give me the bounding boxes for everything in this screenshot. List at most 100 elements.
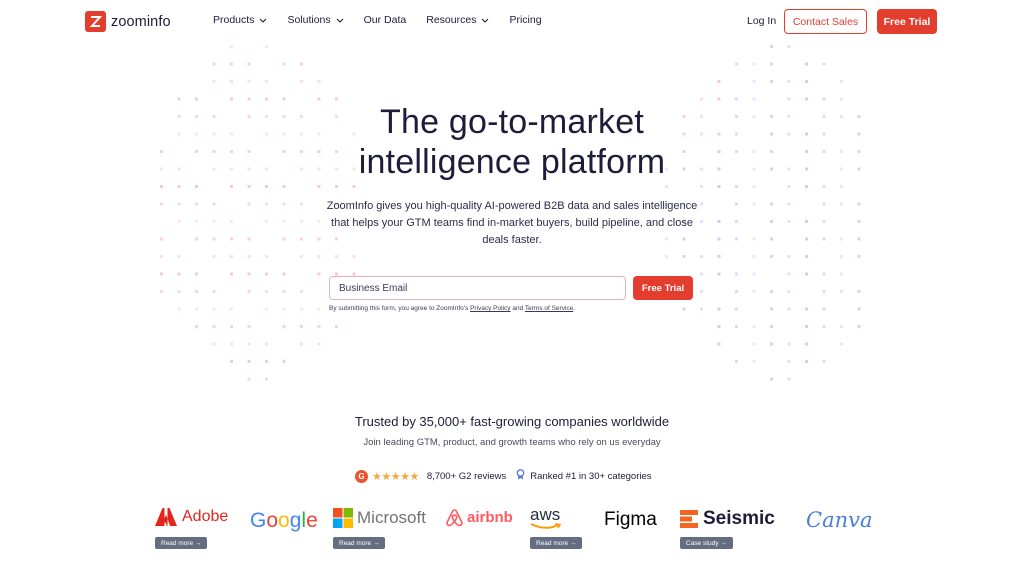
- menu-item-products[interactable]: Products: [213, 14, 267, 26]
- google-letter: o: [266, 509, 279, 532]
- decorative-dot: [770, 237, 773, 241]
- aws-logo: aws: [530, 506, 562, 530]
- decorative-dot: [247, 202, 251, 206]
- decorative-dot: [770, 325, 773, 328]
- decorative-dot: [265, 290, 268, 293]
- decorative-dot: [840, 97, 843, 101]
- decorative-dot: [317, 185, 321, 188]
- decorative-dot: [857, 325, 861, 328]
- decorative-dot: [247, 272, 251, 276]
- decorative-dot: [805, 220, 808, 223]
- decorative-dot: [752, 255, 756, 258]
- decorative-dot: [770, 202, 773, 206]
- airbnb-logo: airbnb: [446, 508, 513, 527]
- seismic-case-study-button[interactable]: Case study →: [680, 537, 733, 549]
- ratings-row: G ★★★★★ 8,700+ G2 reviews Ranked #1 in 3…: [355, 469, 652, 483]
- decorative-dot: [195, 202, 198, 206]
- free-trial-button[interactable]: Free Trial: [877, 9, 937, 34]
- decorative-dot: [770, 220, 773, 223]
- decorative-dot: [787, 307, 791, 311]
- decorative-dot: [700, 97, 703, 101]
- business-email-input[interactable]: [329, 276, 626, 300]
- decorative-dot: [265, 45, 268, 48]
- privacy-policy-link[interactable]: Privacy Policy: [470, 305, 510, 312]
- menu-item-our-data[interactable]: Our Data: [364, 14, 407, 26]
- zoominfo-logo[interactable]: zoominfo: [85, 11, 171, 32]
- menu-item-solutions[interactable]: Solutions: [287, 14, 344, 26]
- decorative-dot: [300, 62, 303, 66]
- decorative-dot: [212, 342, 216, 346]
- decorative-dot: [317, 255, 321, 258]
- decorative-dot: [822, 202, 826, 206]
- decorative-dot: [805, 97, 808, 101]
- decorative-dot: [752, 237, 756, 241]
- decorative-dot: [230, 272, 233, 276]
- decorative-dot: [335, 97, 338, 101]
- decorative-dot: [700, 307, 703, 311]
- decorative-dot: [857, 237, 861, 241]
- decorative-dot: [700, 255, 703, 258]
- menu-label: Our Data: [363, 14, 407, 26]
- decorative-dot: [265, 97, 268, 101]
- decorative-dot: [717, 220, 721, 223]
- decorative-dot: [752, 62, 756, 66]
- decorative-dot: [700, 185, 703, 188]
- decorative-dot: [787, 290, 791, 293]
- trust-subheading: Join leading GTM, product, and growth te…: [363, 437, 661, 448]
- star-rating-icon: ★★★★★: [372, 470, 419, 483]
- decorative-dot: [787, 45, 791, 48]
- decorative-dot: [212, 237, 216, 241]
- decorative-dot: [717, 342, 721, 346]
- decorative-dot: [177, 220, 181, 223]
- decorative-dot: [230, 342, 233, 346]
- decorative-dot: [840, 80, 843, 83]
- decorative-dot: [195, 185, 198, 188]
- decorative-dot: [230, 97, 233, 101]
- decorative-dot: [247, 290, 251, 293]
- decorative-dot: [822, 185, 826, 188]
- decorative-dot: [787, 255, 791, 258]
- legal-text: .: [573, 305, 576, 312]
- decorative-dot: [770, 45, 773, 48]
- decorative-dot: [682, 307, 686, 311]
- decorative-dot: [247, 360, 251, 363]
- contact-sales-button[interactable]: Contact Sales: [784, 9, 867, 34]
- google-logo: Google: [250, 509, 318, 533]
- decorative-dot: [787, 185, 791, 188]
- hero-free-trial-button[interactable]: Free Trial: [633, 276, 693, 300]
- microsoft-wordmark: Microsoft: [357, 508, 426, 527]
- decorative-dot: [212, 255, 216, 258]
- decorative-dot: [805, 272, 808, 276]
- microsoft-read-more-button[interactable]: Read more →: [333, 537, 386, 549]
- decorative-dot: [212, 290, 216, 293]
- decorative-dot: [282, 202, 286, 206]
- decorative-dot: [282, 307, 286, 311]
- aws-wordmark: aws: [530, 505, 561, 524]
- decorative-dot: [230, 185, 233, 188]
- menu-item-pricing[interactable]: Pricing: [509, 14, 541, 26]
- menu-item-resources[interactable]: Resources: [426, 14, 489, 26]
- decorative-dot: [735, 360, 738, 363]
- legal-disclaimer: By submitting this form, you agree to Zo…: [329, 305, 575, 312]
- decorative-dot: [230, 80, 233, 83]
- adobe-read-more-button[interactable]: Read more →: [155, 537, 208, 549]
- decorative-dot: [265, 272, 268, 276]
- decorative-dot: [752, 97, 756, 101]
- decorative-dot: [840, 237, 843, 241]
- decorative-dot: [160, 185, 163, 188]
- aws-read-more-button[interactable]: Read more →: [530, 537, 583, 549]
- decorative-dot: [282, 237, 286, 241]
- decorative-dot: [770, 377, 773, 381]
- decorative-dot: [195, 272, 198, 276]
- login-link[interactable]: Log In: [747, 15, 776, 27]
- terms-of-service-link[interactable]: Terms of Service: [525, 305, 573, 312]
- figma-logo: Figma: [604, 509, 657, 531]
- decorative-dot: [212, 307, 216, 311]
- decorative-dot: [212, 202, 216, 206]
- microsoft-logo: Microsoft: [333, 508, 426, 528]
- decorative-dot: [717, 255, 721, 258]
- decorative-dot: [247, 255, 251, 258]
- decorative-dot: [212, 325, 216, 328]
- decorative-dot: [230, 307, 233, 311]
- decorative-dot: [230, 220, 233, 223]
